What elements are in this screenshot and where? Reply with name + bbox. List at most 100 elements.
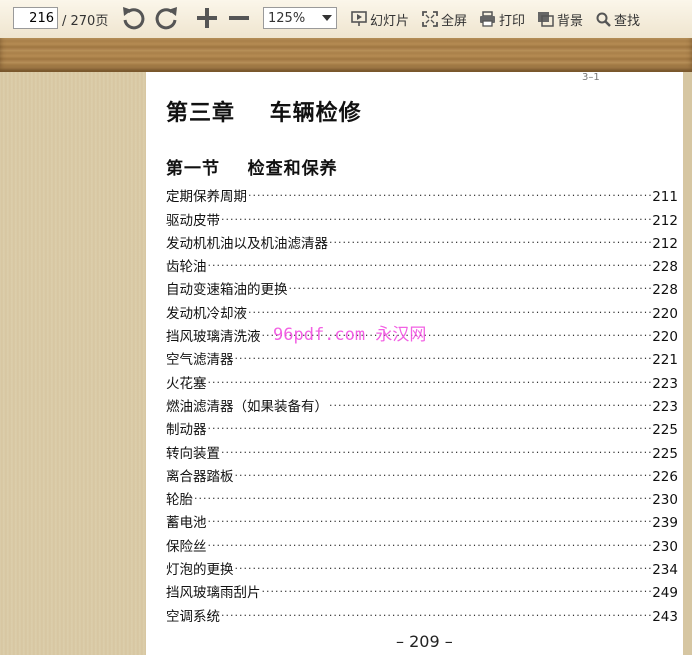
toc-entry-page: 223 <box>652 398 678 415</box>
toc-entry-page: 212 <box>652 212 678 229</box>
toc-entry-title: 自动变速箱油的更换 <box>166 282 288 299</box>
toc-entry[interactable]: 离合器踏板 ···································… <box>166 462 678 485</box>
zoom-value: 125% <box>268 10 306 26</box>
toc-leader-dots: ········································… <box>207 515 652 529</box>
toc-entry[interactable]: 驱动皮带 ····································… <box>166 205 678 229</box>
toc-entry[interactable]: 蓄电池 ·····································… <box>166 508 678 531</box>
toc-entry-page: 230 <box>652 538 678 555</box>
toc-entry-page: 230 <box>652 492 678 509</box>
toc-entry-title: 齿轮油 <box>166 259 207 276</box>
toc-entry-title: 空调系统 <box>166 608 220 625</box>
toc-entry-title: 转向装置 <box>166 445 220 462</box>
toc-entry-page: 223 <box>652 375 678 392</box>
fullscreen-button[interactable]: 全屏 <box>422 9 467 29</box>
toc-entry-title: 驱动皮带 <box>166 212 220 229</box>
toc-entry-page: 211 <box>652 189 678 206</box>
toc-entry[interactable]: 发动机机油以及机油滤清器 ····························… <box>166 229 678 252</box>
rotate-left-icon[interactable] <box>119 4 147 32</box>
toc-entry-title: 发动机冷却液 <box>166 305 247 322</box>
toc-entry-page: 221 <box>652 352 678 369</box>
printer-icon <box>480 11 495 27</box>
toc-leader-dots: ········································… <box>248 305 651 319</box>
page-number: – 209 – <box>396 632 453 651</box>
print-button[interactable]: 打印 <box>479 9 525 29</box>
toc-entry[interactable]: 挡风玻璃雨刮片 ·································… <box>166 578 678 601</box>
toc-entry[interactable]: 定期保养周期 ··································… <box>166 182 678 205</box>
toc-entry-page: 228 <box>652 259 678 276</box>
toc-entry[interactable]: 轮胎 ······································… <box>166 485 678 508</box>
toc-entry[interactable]: 灯泡的更换 ···································… <box>166 555 678 578</box>
toc-entry-page: 243 <box>652 608 678 625</box>
toc-entry-title: 保险丝 <box>166 538 207 555</box>
toc-leader-dots: ········································… <box>234 352 652 366</box>
toc-leader-dots: ········································… <box>207 538 652 552</box>
viewer-background-left <box>0 72 146 655</box>
toc-entry-title: 制动器 <box>166 422 207 439</box>
chapter-title: 第三章 车辆检修 <box>166 101 362 126</box>
toc-entry-title: 定期保养周期 <box>166 189 247 206</box>
toc-entry[interactable]: 火花塞 ·····································… <box>166 368 678 392</box>
fullscreen-icon <box>422 11 438 27</box>
toc-entry-title: 挡风玻璃清洗液 <box>166 329 261 346</box>
background-label: 背景 <box>557 13 584 29</box>
toc-leader-dots: ········································… <box>288 282 652 296</box>
toc-entry-title: 蓄电池 <box>166 515 207 532</box>
total-pages-label: / 270页 <box>62 14 109 29</box>
toc-entry-title: 轮胎 <box>166 492 193 509</box>
toc-entry-page: 228 <box>652 282 678 299</box>
toc-leader-dots: ········································… <box>194 492 651 506</box>
toc-leader-dots: ········································… <box>207 375 652 389</box>
zoom-out-icon[interactable] <box>225 4 253 32</box>
toc-entry[interactable]: 自动变速箱油的更换 ·······························… <box>166 275 678 298</box>
background-button[interactable]: 背景 <box>537 9 583 29</box>
zoom-in-icon[interactable] <box>193 4 221 32</box>
toc-leader-dots: ········································… <box>329 398 651 412</box>
toc-entry-title: 空气滤清器 <box>166 352 234 369</box>
toc-entry-page: 220 <box>652 305 678 322</box>
table-of-contents: 定期保养周期 ··································… <box>166 182 678 625</box>
toc-leader-dots: ········································… <box>221 445 652 459</box>
section-title: 第一节 检查和保养 <box>166 159 338 179</box>
page-corner-label: 3–1 <box>582 72 600 83</box>
toc-entry-page: 225 <box>652 422 678 439</box>
toc-entry-title: 燃油滤清器（如果装备有） <box>166 398 328 415</box>
toc-entry[interactable]: 发动机冷却液 ··································… <box>166 298 678 322</box>
toc-entry-title: 火花塞 <box>166 375 207 392</box>
background-icon <box>538 12 554 27</box>
print-label: 打印 <box>499 13 526 29</box>
toc-entry[interactable]: 燃油滤清器（如果装备有） ····························… <box>166 392 678 415</box>
toc-entry-page: 249 <box>652 585 678 602</box>
toc-leader-dots: ········································… <box>221 608 652 622</box>
toc-entry-title: 发动机机油以及机油滤清器 <box>166 235 328 252</box>
fullscreen-label: 全屏 <box>441 13 468 29</box>
rotate-right-icon[interactable] <box>153 4 181 32</box>
slideshow-label: 幻灯片 <box>370 13 410 29</box>
toc-leader-dots: ········································… <box>207 422 652 436</box>
toc-entry-page: 226 <box>652 468 678 485</box>
toc-entry-title: 灯泡的更换 <box>166 562 234 579</box>
toc-entry-title: 离合器踏板 <box>166 468 234 485</box>
toolbar: / 270页 125% 幻灯片 全屏 <box>0 0 692 38</box>
toc-leader-dots: ········································… <box>234 562 652 576</box>
toc-entry[interactable]: 制动器 ·····································… <box>166 415 678 438</box>
toc-entry-page: 212 <box>652 235 678 252</box>
toc-leader-dots: ········································… <box>221 212 652 226</box>
toc-entry[interactable]: 空气滤清器 ···································… <box>166 345 678 368</box>
slideshow-button[interactable]: 幻灯片 <box>351 9 409 29</box>
search-icon <box>596 12 611 27</box>
find-label: 查找 <box>614 13 641 29</box>
toc-entry-page: 234 <box>652 562 678 579</box>
toc-leader-dots: ········································… <box>234 468 652 482</box>
document-page: 3–1 第三章 车辆检修 第一节 检查和保养 定期保养周期 ···········… <box>146 72 683 655</box>
watermark: 96pdf.com 永汉网 <box>273 325 427 345</box>
toc-entry[interactable]: 保险丝 ·····································… <box>166 531 678 555</box>
page-number-input[interactable] <box>13 7 58 29</box>
toc-entry-title: 挡风玻璃雨刮片 <box>166 585 261 602</box>
toc-entry[interactable]: 齿轮油 ·····································… <box>166 252 678 275</box>
chevron-down-icon <box>322 15 332 21</box>
toc-entry[interactable]: 空调系统 ····································… <box>166 601 678 625</box>
zoom-select[interactable]: 125% <box>263 7 337 29</box>
toc-entry[interactable]: 转向装置 ····································… <box>166 438 678 462</box>
toc-leader-dots: ········································… <box>329 235 651 249</box>
find-button[interactable]: 查找 <box>596 9 640 29</box>
